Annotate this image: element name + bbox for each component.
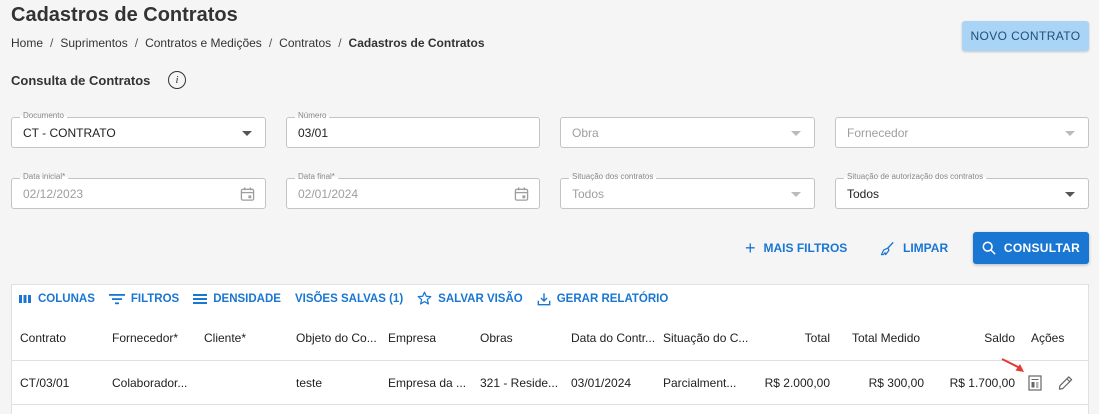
col-header-fornecedor[interactable]: Fornecedor*: [112, 315, 196, 360]
documento-value: CT - CONTRATO: [23, 126, 116, 140]
salvar-visao-button[interactable]: SALVAR VISÃO: [417, 291, 523, 306]
density-icon: [193, 293, 208, 304]
cell-empresa: Empresa da ...: [388, 375, 467, 390]
info-icon[interactable]: i: [168, 71, 186, 89]
search-icon: [982, 241, 996, 255]
calendar-icon[interactable]: [514, 186, 529, 202]
breadcrumb-separator: /: [268, 36, 273, 50]
download-icon: [537, 292, 551, 305]
cell-data: 03/01/2024: [571, 375, 632, 390]
situacao-select[interactable]: Situação dos contratos Todos: [560, 172, 815, 209]
filter-list-icon: [108, 293, 125, 304]
document-report-icon[interactable]: [1028, 374, 1042, 391]
breadcrumb-current: Cadastros de Contratos: [348, 36, 485, 50]
page-title: Cadastros de Contratos: [11, 4, 238, 26]
densidade-label: DENSIDADE: [213, 292, 281, 305]
cell-fornecedor: Colaborador...: [112, 375, 188, 390]
novo-contrato-button[interactable]: NOVO CONTRATO: [962, 21, 1089, 51]
section-title: Consulta de Contratos: [11, 73, 151, 88]
cell-acoes: [1028, 361, 1088, 404]
data-inicial-input[interactable]: Data inicial* 02/12/2023: [11, 172, 266, 209]
col-header-empresa[interactable]: Empresa: [388, 315, 472, 360]
mais-filtros-label: MAIS FILTROS: [763, 241, 848, 255]
densidade-button[interactable]: DENSIDADE: [193, 293, 281, 305]
obra-select[interactable]: Obra: [560, 117, 815, 148]
col-header-total[interactable]: Total: [752, 315, 830, 360]
filtros-label: FILTROS: [130, 292, 180, 305]
calendar-icon[interactable]: [240, 186, 255, 202]
documento-label: Documento: [20, 111, 67, 121]
cell-total-medido: R$ 300,00: [868, 375, 924, 390]
situacao-label: Situação dos contratos: [569, 172, 657, 182]
situacao-autorizacao-select[interactable]: Situação de autorização dos contratos To…: [835, 172, 1089, 209]
col-header-saldo[interactable]: Saldo: [937, 315, 1015, 360]
situacao-autorizacao-label: Situação de autorização dos contratos: [844, 172, 987, 182]
col-header-acoes: Ações: [1031, 330, 1065, 345]
breadcrumb-contratos[interactable]: Contratos: [279, 36, 331, 50]
situacao-value: Todos: [572, 187, 605, 201]
data-final-label: Data final*: [295, 172, 338, 182]
gerar-relatorio-label: GERAR RELATÓRIO: [556, 292, 669, 305]
limpar-button[interactable]: LIMPAR: [880, 232, 948, 264]
obra-placeholder: Obra: [572, 126, 599, 140]
chevron-down-icon: [1065, 192, 1075, 197]
consultar-button[interactable]: CONSULTAR: [973, 232, 1089, 264]
breadcrumb-separator: /: [134, 36, 139, 50]
col-header-objeto[interactable]: Objeto do Co...: [296, 315, 380, 360]
plus-icon: +: [745, 238, 756, 258]
breadcrumb-contratos-medicoes[interactable]: Contratos e Medições: [145, 36, 262, 50]
chevron-down-icon: [791, 131, 801, 136]
cell-cliente: [204, 361, 288, 404]
star-icon: [417, 291, 432, 305]
fornecedor-select[interactable]: Fornecedor: [835, 117, 1089, 148]
colunas-label: COLUNAS: [38, 292, 95, 305]
data-inicial-label: Data inicial*: [20, 172, 69, 182]
fornecedor-placeholder: Fornecedor: [847, 126, 909, 140]
col-header-obras[interactable]: Obras: [480, 315, 564, 360]
breadcrumb-home[interactable]: Home: [11, 36, 43, 50]
pencil-icon[interactable]: [1058, 375, 1073, 391]
cell-obras: 321 - Reside...: [480, 375, 559, 390]
chevron-down-icon: [791, 192, 801, 197]
grid-toolbar: COLUNAS FILTROS DENSIDADE VISÕES SALVAS …: [18, 291, 668, 306]
filtros-button[interactable]: FILTROS: [108, 292, 180, 305]
salvar-visao-label: SALVAR VISÃO: [438, 292, 523, 305]
chevron-down-icon: [1065, 131, 1075, 136]
breadcrumb-separator: /: [338, 36, 342, 50]
contracts-grid: COLUNAS FILTROS DENSIDADE VISÕES SALVAS …: [11, 284, 1089, 414]
colunas-button[interactable]: COLUNAS: [18, 293, 95, 305]
data-final-value: 02/01/2024: [298, 187, 359, 201]
gerar-relatorio-button[interactable]: GERAR RELATÓRIO: [537, 292, 669, 306]
breadcrumb: Home / Suprimentos / Contratos e Mediçõe…: [11, 36, 485, 50]
cell-contrato: CT/03/01: [20, 375, 70, 390]
col-header-total-medido[interactable]: Total Medido: [852, 315, 942, 360]
chevron-down-icon: [242, 131, 252, 136]
broom-icon: [880, 241, 894, 255]
col-header-cliente[interactable]: Cliente*: [204, 315, 288, 360]
data-final-input[interactable]: Data final* 02/01/2024: [286, 172, 540, 209]
col-header-data[interactable]: Data do Contr...: [571, 315, 657, 360]
visoes-salvas-label: VISÕES SALVAS (1): [294, 292, 404, 305]
consultar-label: CONSULTAR: [1003, 241, 1081, 255]
numero-value: 03/01: [298, 126, 329, 140]
situacao-autorizacao-value: Todos: [847, 187, 880, 201]
cell-objeto: teste: [296, 375, 323, 390]
numero-label: Número: [295, 111, 330, 121]
breadcrumb-suprimentos[interactable]: Suprimentos: [60, 36, 127, 50]
breadcrumb-separator: /: [50, 36, 54, 50]
cell-total: R$ 2.000,00: [764, 375, 830, 390]
limpar-label: LIMPAR: [903, 241, 949, 255]
numero-input[interactable]: Número 03/01: [286, 111, 540, 148]
col-header-contrato[interactable]: Contrato: [20, 315, 104, 360]
col-header-situacao[interactable]: Situação do C...: [663, 315, 749, 360]
data-inicial-value: 02/12/2023: [23, 187, 84, 201]
mais-filtros-button[interactable]: + MAIS FILTROS: [745, 232, 847, 264]
visoes-salvas-button[interactable]: VISÕES SALVAS (1): [295, 293, 403, 305]
table-row[interactable]: CT/03/01 Colaborador... teste Empresa da…: [12, 361, 1088, 405]
columns-icon: [19, 294, 31, 303]
grid-header-row: Contrato Fornecedor* Cliente* Objeto do …: [12, 315, 1088, 361]
annotation-arrow-icon: [1001, 358, 1024, 372]
documento-select[interactable]: Documento CT - CONTRATO: [11, 111, 266, 148]
